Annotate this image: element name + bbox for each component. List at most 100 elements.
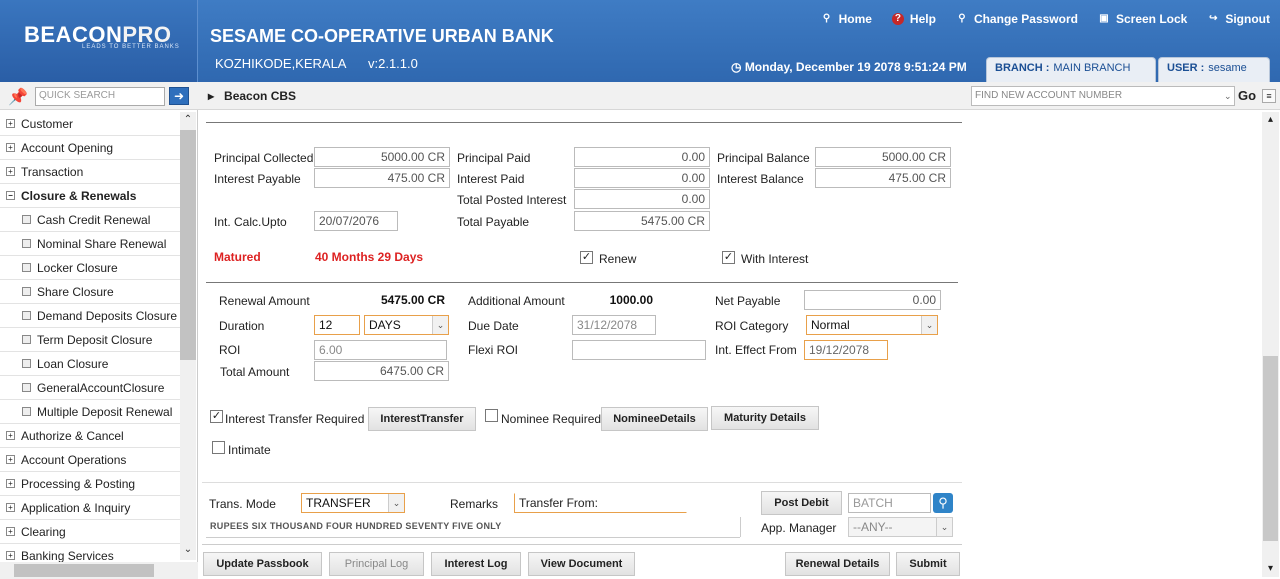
screen-lock-link[interactable]: ▣ Screen Lock bbox=[1098, 12, 1187, 26]
trans-mode-select[interactable]: TRANSFER ⌄ bbox=[301, 493, 405, 513]
roi-category-select[interactable]: Normal ⌄ bbox=[806, 315, 938, 335]
main-scrollbar-thumb[interactable] bbox=[1263, 356, 1278, 541]
app-manager-select[interactable]: --ANY-- ⌄ bbox=[848, 517, 953, 537]
sidebar-item-account-operations[interactable]: + Account Operations bbox=[0, 448, 180, 472]
sidebar-item-label: Locker Closure bbox=[37, 260, 118, 275]
sidebar-item-general-account-closure[interactable]: GeneralAccountClosure bbox=[0, 376, 180, 400]
duration-unit-select[interactable]: DAYS ⌄ bbox=[364, 315, 449, 335]
sidebar-item-processing-posting[interactable]: + Processing & Posting bbox=[0, 472, 180, 496]
chevron-down-icon: ⌄ bbox=[921, 316, 937, 334]
page-icon bbox=[22, 407, 31, 416]
roi-value: 6.00 bbox=[314, 340, 447, 360]
sidebar-item-label: Multiple Deposit Renewal bbox=[37, 404, 173, 419]
total-amount-value: 6475.00 CR bbox=[314, 361, 449, 381]
breadcrumb-arrow-icon: ▸ bbox=[208, 89, 225, 103]
sidebar-item-application-inquiry[interactable]: + Application & Inquiry bbox=[0, 496, 180, 520]
due-date-label: Due Date bbox=[468, 319, 519, 333]
user-label: USER : bbox=[1167, 62, 1205, 74]
signout-link[interactable]: ↪ Signout bbox=[1207, 12, 1270, 26]
post-debit-button[interactable]: Post Debit bbox=[761, 491, 842, 515]
logo: BEACONPRO LEADS TO BETTER BANKS bbox=[0, 0, 198, 82]
sidebar-item-term-deposit-closure[interactable]: Term Deposit Closure bbox=[0, 328, 180, 352]
interest-paid-value: 0.00 bbox=[574, 168, 710, 188]
lock-icon: ▣ bbox=[1099, 13, 1109, 24]
sidebar-item-authorize-cancel[interactable]: + Authorize & Cancel bbox=[0, 424, 180, 448]
sidebar-item-label: Processing & Posting bbox=[21, 476, 136, 491]
sidebar-item-closure-renewals[interactable]: − Closure & Renewals bbox=[0, 184, 180, 208]
chevron-down-icon: ⌄ bbox=[936, 518, 952, 536]
sidebar-scrollbar-thumb[interactable] bbox=[180, 130, 196, 360]
flexi-roi-input[interactable] bbox=[572, 340, 706, 360]
interest-transfer-checkbox[interactable]: ✓ bbox=[210, 410, 223, 423]
logo-tagline: LEADS TO BETTER BANKS bbox=[82, 44, 180, 50]
remarks-input[interactable]: Transfer From: bbox=[514, 493, 687, 513]
sidebar-item-locker-closure[interactable]: Locker Closure bbox=[0, 256, 180, 280]
sidebar-item-clearing[interactable]: + Clearing bbox=[0, 520, 180, 544]
principal-log-button[interactable]: Principal Log bbox=[329, 552, 424, 576]
key-icon: ⚲ bbox=[958, 13, 966, 24]
scroll-up-icon[interactable]: ⌃ bbox=[180, 114, 196, 128]
change-password-link[interactable]: ⚲ Change Password bbox=[956, 12, 1078, 26]
net-payable-label: Net Payable bbox=[715, 294, 781, 308]
breadcrumb-text: Beacon CBS bbox=[224, 89, 297, 103]
int-effect-from-input[interactable]: 19/12/2078 bbox=[804, 340, 888, 360]
principal-collected-label: Principal Collected bbox=[214, 151, 314, 165]
int-effect-from-label: Int. Effect From bbox=[715, 343, 797, 357]
submit-button[interactable]: Submit bbox=[896, 552, 960, 576]
with-interest-checkbox[interactable]: ✓ bbox=[722, 251, 735, 264]
scroll-down-icon[interactable]: ⌄ bbox=[180, 544, 196, 558]
maturity-details-button[interactable]: Maturity Details bbox=[711, 406, 819, 430]
nominee-required-checkbox[interactable] bbox=[485, 409, 498, 422]
due-date-value: 31/12/2078 bbox=[572, 315, 656, 335]
principal-paid-value: 0.00 bbox=[574, 147, 710, 167]
sidebar-item-transaction[interactable]: + Transaction bbox=[0, 160, 180, 184]
additional-amount-input[interactable]: 1000.00 bbox=[572, 290, 658, 310]
home-link[interactable]: ⚲ Home bbox=[821, 12, 872, 26]
intimate-checkbox[interactable] bbox=[212, 441, 225, 454]
nominee-details-button[interactable]: NomineeDetails bbox=[601, 407, 708, 431]
duration-input[interactable]: 12 bbox=[314, 315, 360, 335]
top-links: ⚲ Home ? Help ⚲ Change Password ▣ Screen Loc… bbox=[821, 12, 1270, 26]
interest-transfer-button[interactable]: InterestTransfer bbox=[368, 407, 476, 431]
sidebar-item-nominal-share-renewal[interactable]: Nominal Share Renewal bbox=[0, 232, 180, 256]
net-payable-value: 0.00 bbox=[804, 290, 941, 310]
go-button[interactable]: Go bbox=[1238, 88, 1256, 103]
sidebar-item-cash-credit-renewal[interactable]: Cash Credit Renewal bbox=[0, 208, 180, 232]
sidebar-item-multiple-deposit-renewal[interactable]: Multiple Deposit Renewal bbox=[0, 400, 180, 424]
new-account-search-input[interactable]: FIND NEW ACCOUNT NUMBER ⌄ bbox=[971, 86, 1235, 106]
scroll-up-icon[interactable]: ▴ bbox=[1263, 114, 1278, 128]
batch-input[interactable]: BATCH bbox=[848, 493, 931, 513]
collapse-icon: − bbox=[6, 191, 15, 200]
quick-search-input[interactable]: QUICK SEARCH bbox=[35, 87, 165, 106]
help-link[interactable]: ? Help bbox=[891, 12, 936, 26]
sidebar-item-account-opening[interactable]: + Account Opening bbox=[0, 136, 180, 160]
branch-tab[interactable]: BRANCH : MAIN BRANCH bbox=[986, 57, 1156, 82]
divider bbox=[740, 517, 741, 537]
interest-log-button[interactable]: Interest Log bbox=[431, 552, 521, 576]
sidebar-item-loan-closure[interactable]: Loan Closure bbox=[0, 352, 180, 376]
update-passbook-button[interactable]: Update Passbook bbox=[203, 552, 322, 576]
pin-icon[interactable]: 📌 bbox=[8, 87, 28, 107]
principal-paid-label: Principal Paid bbox=[457, 151, 531, 165]
interest-payable-label: Interest Payable bbox=[214, 172, 301, 186]
divider bbox=[206, 122, 962, 123]
principal-balance-label: Principal Balance bbox=[717, 151, 810, 165]
renew-checkbox[interactable]: ✓ bbox=[580, 251, 593, 264]
sidebar-item-customer[interactable]: + Customer bbox=[0, 112, 180, 136]
sidebar-item-share-closure[interactable]: Share Closure bbox=[0, 280, 180, 304]
expand-icon: + bbox=[6, 119, 15, 128]
scroll-down-icon[interactable]: ▾ bbox=[1263, 563, 1278, 577]
chevron-down-icon[interactable]: ⌄ bbox=[1224, 87, 1234, 105]
user-tab[interactable]: USER : sesame bbox=[1158, 57, 1270, 82]
search-icon[interactable]: ⚲ bbox=[933, 493, 953, 513]
quick-search-go-button[interactable]: ➜ bbox=[169, 87, 189, 105]
divider bbox=[206, 282, 958, 283]
renewal-details-button[interactable]: Renewal Details bbox=[785, 552, 890, 576]
view-document-button[interactable]: View Document bbox=[528, 552, 635, 576]
sidebar-item-label: Term Deposit Closure bbox=[37, 332, 153, 347]
menu-icon[interactable]: ≡ bbox=[1262, 89, 1276, 103]
sidebar-item-demand-deposits-closure[interactable]: Demand Deposits Closure bbox=[0, 304, 180, 328]
sidebar-horizontal-thumb[interactable] bbox=[14, 564, 154, 577]
sidebar-item-label: Loan Closure bbox=[37, 356, 109, 371]
app-header: BEACONPRO LEADS TO BETTER BANKS SESAME C… bbox=[0, 0, 1280, 82]
